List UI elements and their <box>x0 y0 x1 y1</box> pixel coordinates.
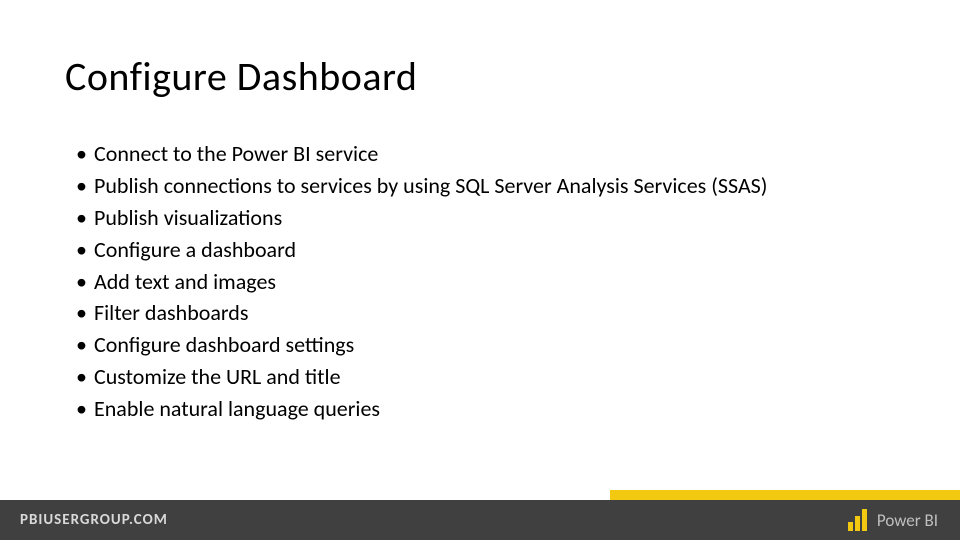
list-item: Add text and images <box>78 266 767 298</box>
slide-title: Configure Dashboard <box>65 52 417 101</box>
list-item: Customize the URL and title <box>78 361 767 393</box>
bullet-list: Connect to the Power BI service Publish … <box>78 138 767 425</box>
list-item: Configure dashboard settings <box>78 329 767 361</box>
powerbi-logo: Power BI <box>847 506 938 534</box>
powerbi-logo-text: Power BI <box>877 510 938 531</box>
list-item: Configure a dashboard <box>78 234 767 266</box>
footer-url: PBIUSERGROUP.COM <box>20 500 168 540</box>
slide: Configure Dashboard Connect to the Power… <box>0 0 960 540</box>
powerbi-icon <box>847 508 869 532</box>
list-item: Connect to the Power BI service <box>78 138 767 170</box>
list-item: Filter dashboards <box>78 297 767 329</box>
list-item: Publish connections to services by using… <box>78 170 767 202</box>
accent-bar <box>610 490 960 500</box>
footer: PBIUSERGROUP.COM Power BI <box>0 500 960 540</box>
list-item: Enable natural language queries <box>78 393 767 425</box>
list-item: Publish visualizations <box>78 202 767 234</box>
